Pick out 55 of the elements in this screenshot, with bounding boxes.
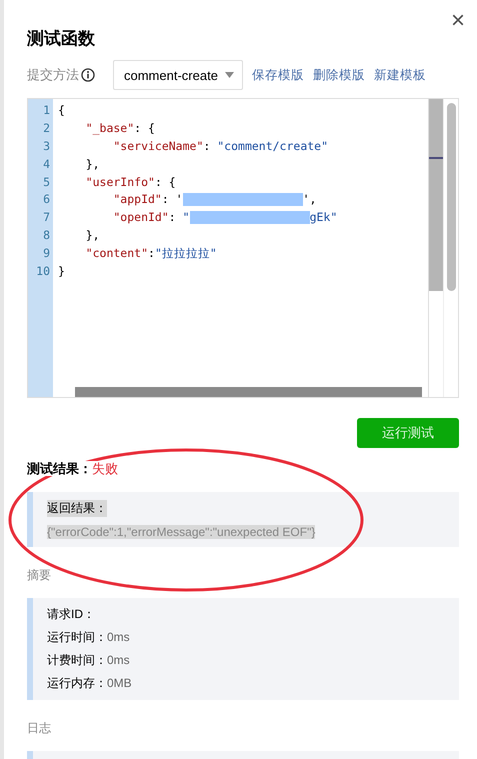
code-token: { <box>58 102 65 117</box>
code-token: : ' <box>162 192 183 206</box>
summary-row-text: 计费时间：0ms <box>47 652 131 669</box>
line-number: 2 <box>42 120 51 135</box>
code-token: "userInfo" <box>86 174 155 188</box>
template-link[interactable]: 删除模版 <box>313 66 365 84</box>
line-number: 10 <box>35 264 51 278</box>
line-number: 5 <box>42 174 51 188</box>
code-token: "content" <box>86 246 148 260</box>
code-token: gEk" <box>310 210 338 224</box>
template-select[interactable]: comment-create <box>113 60 243 90</box>
code-token: : <box>168 210 177 224</box>
dialog-title: 测试函数 <box>27 28 95 50</box>
code-editor[interactable]: 1 { 2 "_base": { 3 "serviceName": "comment/create" 4 }, 5 "userInfo": { 6 "appId": ' ', 7 "openId": " gEk" 8 }, 9 "content":"拉拉拉拉" 10 } <box>27 98 459 398</box>
result-label: 测试结果： <box>27 461 92 476</box>
scrollbar-thumb[interactable] <box>429 99 443 291</box>
close-button[interactable]: × <box>450 9 465 33</box>
code-token: : { <box>134 120 155 135</box>
summary-row-text: 运行时间：0ms <box>47 629 131 646</box>
code-token: } <box>58 264 65 278</box>
line-number: 6 <box>42 192 51 206</box>
line-number: 9 <box>42 246 51 260</box>
code-token: }, <box>86 156 100 171</box>
code-token: ', <box>302 192 316 206</box>
code-token: : { <box>154 174 176 188</box>
code-token: }, <box>86 228 100 242</box>
line-number: 3 <box>42 138 51 153</box>
return-value: {"errorCode":1,"errorMessage":"unexpected EOF"} <box>47 525 316 539</box>
scrollbar-thumb[interactable] <box>446 103 456 291</box>
code-token: "_base" <box>86 120 134 135</box>
code-token: : <box>148 246 155 260</box>
log-title: 日志 <box>27 720 52 737</box>
return-label: 返回结果： <box>47 500 107 517</box>
summary-row-text: 请求ID： <box>47 606 96 623</box>
code-token: "comment/create" <box>217 138 328 153</box>
info-icon <box>81 68 95 82</box>
code-token: "拉拉拉拉" <box>154 246 217 261</box>
code-token: "serviceName" <box>113 138 204 153</box>
run-test-button[interactable]: 运行测试 <box>357 418 459 448</box>
summary-row-text: 运行内存：0MB <box>47 675 133 692</box>
line-number: 4 <box>42 156 51 171</box>
line-number: 7 <box>42 210 51 224</box>
result-status: 失败 <box>92 461 118 476</box>
code-token: " <box>182 210 190 224</box>
caret-icon <box>225 72 234 78</box>
line-number: 1 <box>42 102 51 117</box>
code-token: "openId" <box>113 210 169 224</box>
code-token: : <box>203 138 212 153</box>
summary-title: 摘要 <box>27 567 52 584</box>
line-number: 8 <box>42 228 51 242</box>
template-link[interactable]: 新建模板 <box>374 66 426 84</box>
method-label: 提交方法 <box>27 66 79 84</box>
template-link[interactable]: 保存模版 <box>252 66 304 84</box>
scrollbar-thumb[interactable] <box>75 387 422 397</box>
code-token: "appId" <box>113 192 162 206</box>
